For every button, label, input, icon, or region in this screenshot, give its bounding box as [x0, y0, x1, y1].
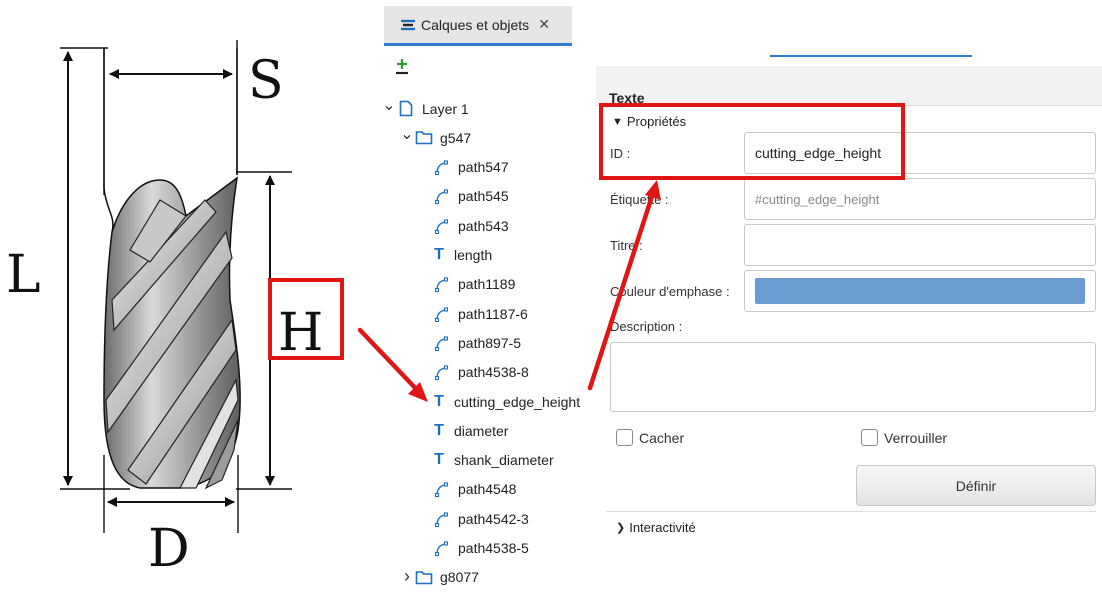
lock-checkbox-row[interactable]: Verrouiller: [861, 429, 947, 446]
path-icon: [432, 480, 452, 498]
tree-item-path897-5[interactable]: path897-5: [418, 328, 521, 357]
tab-strip: Calques et objets ✕: [378, 0, 600, 46]
path-icon: [432, 334, 452, 352]
tree-item-label: path1187-6: [458, 305, 528, 322]
tree-item-label: path547: [458, 159, 509, 176]
text-icon: T: [434, 451, 444, 469]
chevron-right-icon[interactable]: ›: [400, 566, 414, 587]
page-icon: [396, 100, 416, 118]
tree-item-label: path4538-5: [458, 540, 529, 556]
divider: [606, 511, 1096, 512]
tab-layers-objects[interactable]: Calques et objets ✕: [384, 6, 572, 46]
path-icon: [432, 510, 452, 528]
tree-item-label: path897-5: [458, 334, 522, 351]
tab-layers-label: Calques et objets: [421, 16, 530, 33]
text-icon: T: [434, 421, 444, 439]
section-interactivity-toggle[interactable]: ❯ Interactivité: [616, 520, 696, 535]
add-layer-icon[interactable]: [394, 58, 410, 76]
tree-item-label: cutting_edge_height: [454, 393, 581, 410]
hide-label: Cacher: [639, 429, 685, 446]
tree-item-path1187-6[interactable]: path1187-6: [418, 299, 528, 328]
tree-item-length[interactable]: Tlength: [418, 241, 492, 270]
annotation-box-h: [268, 278, 344, 360]
define-button[interactable]: Définir: [856, 465, 1096, 506]
tree-item-label: path4542-3: [458, 510, 529, 527]
tree-item-label: path545: [458, 188, 509, 205]
chevron-down-icon[interactable]: ⌄: [382, 95, 396, 115]
tree-item-path4548[interactable]: path4548: [418, 475, 516, 504]
tree-item-label: path1189: [458, 276, 516, 293]
tree-item-label: length: [454, 247, 493, 263]
path-icon: [432, 363, 452, 381]
hide-checkbox[interactable]: [616, 429, 633, 446]
tree-item-label: diameter: [454, 422, 509, 439]
tree-item-path4538-5[interactable]: path4538-5: [418, 534, 529, 563]
folder-icon: [414, 568, 434, 586]
properties-header: Texte: [596, 66, 1102, 106]
section-interactivity-label: Interactivité: [629, 520, 696, 535]
lock-checkbox[interactable]: [861, 429, 878, 446]
text-icon: T: [434, 246, 444, 263]
tree-item-cutting-edge-height[interactable]: Tcutting_edge_height: [418, 387, 580, 416]
tree-item-g547[interactable]: ⌄ g547: [400, 123, 471, 152]
highlight-color-swatch[interactable]: [755, 278, 1085, 304]
title-label: Titre :: [610, 238, 643, 253]
path-icon: [432, 217, 452, 235]
tree-item-path4538-8[interactable]: path4538-8: [418, 358, 529, 387]
folder-icon: [414, 129, 434, 147]
tree-item-label: g8077: [440, 569, 479, 586]
dimension-label-s: S: [248, 51, 284, 111]
highlight-color-field[interactable]: [744, 270, 1096, 312]
tree-item-label: path4538-8: [458, 364, 529, 381]
dimension-label-l: L: [6, 245, 41, 305]
tree-item-path545[interactable]: path545: [418, 182, 509, 211]
chevron-down-icon[interactable]: ⌄: [400, 124, 414, 144]
lock-label: Verrouiller: [884, 429, 948, 446]
chevron-right-icon: ❯: [616, 522, 626, 534]
annotation-box-id: [599, 103, 905, 180]
label-label: Étiquette :: [610, 192, 669, 207]
path-icon: [432, 539, 452, 557]
panel-accent-line: [770, 55, 972, 57]
text-icon: T: [434, 392, 444, 410]
tree-item-path543[interactable]: path543: [418, 211, 509, 240]
layers-icon: [401, 19, 415, 30]
tree-item-layer-1[interactable]: ⌄ Layer 1: [382, 94, 469, 123]
tree-item-label: path543: [458, 217, 509, 234]
tree-item-path547[interactable]: path547: [418, 153, 509, 182]
tree-item-path1189[interactable]: path1189: [418, 270, 515, 299]
title-field[interactable]: [744, 224, 1096, 266]
layers-panel: Calques et objets ✕ ⌄ Layer 1 ⌄ g547 path547…: [378, 0, 600, 596]
tree-item-g8077[interactable]: › g8077: [400, 563, 479, 592]
label-field[interactable]: #cutting_edge_height: [744, 178, 1096, 220]
tree-item-label: path4548: [458, 481, 517, 498]
path-icon: [432, 275, 452, 293]
description-textarea[interactable]: [610, 342, 1096, 412]
dimension-label-d: D: [148, 519, 190, 579]
tree-item-shank-diameter[interactable]: Tshank_diameter: [418, 446, 554, 475]
path-icon: [432, 305, 452, 323]
path-icon: [432, 187, 452, 205]
tree-item-label: Layer 1: [422, 100, 469, 117]
highlight-color-label: Couleur d'emphase :: [610, 284, 730, 299]
hide-checkbox-row[interactable]: Cacher: [616, 429, 684, 446]
description-label: Description :: [610, 319, 683, 334]
tree-item-path4542-3[interactable]: path4542-3: [418, 504, 529, 533]
tree-item-label: shank_diameter: [454, 452, 554, 469]
path-icon: [432, 158, 452, 176]
tree-item-diameter[interactable]: Tdiameter: [418, 416, 508, 445]
close-icon[interactable]: ✕: [538, 17, 550, 33]
tree-item-label: g547: [440, 129, 472, 146]
